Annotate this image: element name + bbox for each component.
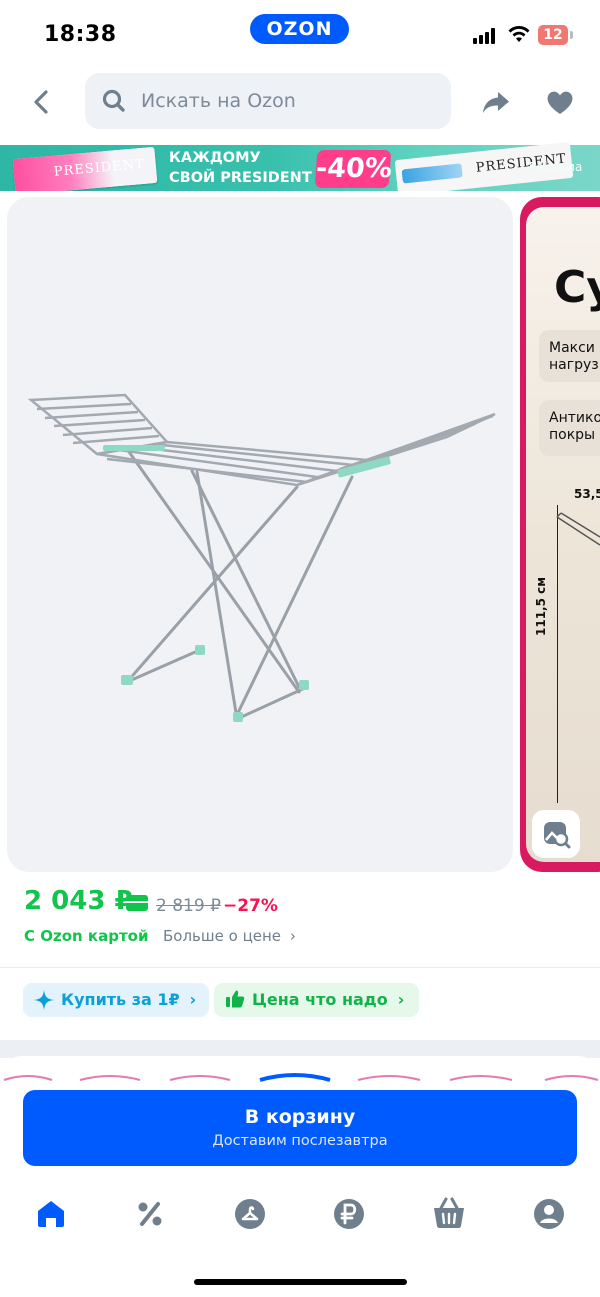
with-card-label: С Ozon картой bbox=[24, 927, 149, 945]
ad-discount-badge: -40% bbox=[314, 150, 393, 188]
drying-rack-image bbox=[27, 393, 496, 722]
back-button[interactable] bbox=[24, 84, 60, 120]
more-about-price-label: Больше о цене bbox=[163, 927, 282, 945]
ozon-logo[interactable]: OZON bbox=[250, 14, 349, 44]
image-search-icon bbox=[544, 822, 571, 849]
signal-icon bbox=[473, 28, 499, 44]
ruble-icon[interactable] bbox=[329, 1194, 369, 1234]
share-icon[interactable] bbox=[480, 86, 512, 118]
slide-feature-2: Антико покры bbox=[549, 410, 600, 443]
ad-line-1: КАЖДОМУ bbox=[169, 150, 261, 166]
search-icon bbox=[102, 89, 125, 112]
ad-line-2: СВОЙ PRESIDENT bbox=[169, 170, 312, 186]
buy-for-1-ruble-label: Купить за 1₽ › bbox=[61, 990, 197, 1009]
slide-feature-1: Макси нагруз bbox=[549, 340, 599, 373]
profile-icon[interactable] bbox=[529, 1194, 569, 1234]
slide-width-dimension: 53,5 bbox=[574, 487, 600, 501]
ozon-card-icon bbox=[126, 895, 148, 911]
status-time: 18:38 bbox=[44, 22, 117, 47]
delivery-subtitle: Доставим послезавтра bbox=[212, 1133, 388, 1149]
old-price: 2 819 ₽ bbox=[156, 896, 221, 916]
chevron-right-icon: › bbox=[289, 927, 296, 945]
battery-tip bbox=[570, 31, 573, 39]
divider bbox=[0, 967, 600, 968]
slide-height-dimension: 111,5 см bbox=[534, 576, 548, 636]
catalog-icon[interactable] bbox=[230, 1194, 270, 1234]
ad-label[interactable]: Реклама bbox=[529, 160, 582, 174]
more-about-price-link[interactable]: Больше о цене › bbox=[163, 927, 296, 945]
chevron-right-icon: › bbox=[397, 990, 405, 1009]
home-icon[interactable] bbox=[31, 1194, 71, 1234]
chevron-right-icon: › bbox=[189, 990, 197, 1009]
price-right-label: Цена что надо › bbox=[252, 990, 405, 1009]
slide-title: Су bbox=[554, 262, 600, 313]
add-to-cart-label: В корзину bbox=[244, 1106, 356, 1128]
thumbs-up-icon bbox=[226, 990, 245, 1008]
variant-thumbnails-strip[interactable] bbox=[0, 1072, 600, 1082]
visual-search-button[interactable] bbox=[532, 810, 580, 858]
slide-rack-sketch bbox=[556, 512, 600, 546]
home-indicator bbox=[194, 1279, 407, 1285]
battery-indicator: 12 bbox=[538, 25, 568, 45]
ad-banner-text: КАЖДОМУ СВОЙ PRESIDENT bbox=[169, 148, 312, 188]
sparkle-icon bbox=[34, 990, 54, 1010]
add-to-cart-button[interactable] bbox=[23, 1090, 577, 1166]
current-price: 2 043 ₽ bbox=[24, 886, 133, 916]
discount-percent: −27% bbox=[223, 896, 278, 916]
percent-icon[interactable] bbox=[130, 1194, 170, 1234]
search-input[interactable] bbox=[141, 73, 441, 129]
product-photo-main[interactable] bbox=[7, 197, 513, 872]
heart-icon[interactable] bbox=[544, 86, 576, 118]
wifi-icon bbox=[508, 26, 530, 42]
cart-icon[interactable] bbox=[429, 1194, 469, 1234]
